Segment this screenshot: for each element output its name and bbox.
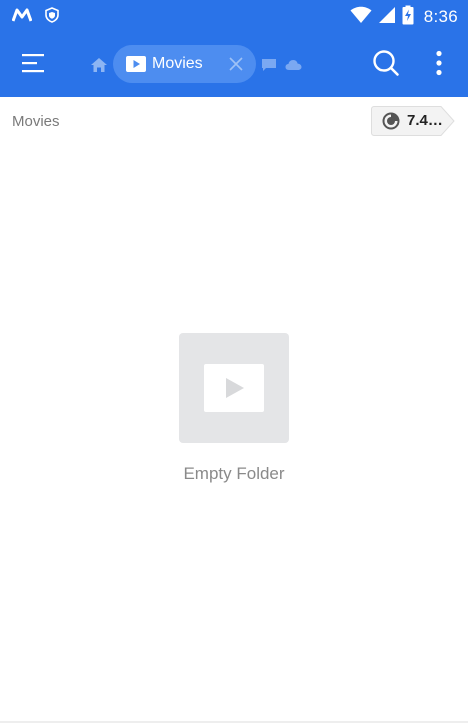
tab-movies-label: Movies [152,55,203,72]
path-header: Movies 7.4… [0,97,468,147]
more-vertical-icon [435,50,443,81]
video-play-icon [126,56,146,72]
menu-button[interactable] [14,47,54,83]
empty-folder-label: Empty Folder [183,464,285,483]
current-path-title: Movies [12,113,60,130]
search-button[interactable] [368,47,404,83]
close-icon[interactable] [228,56,244,72]
app-m-icon [11,8,33,27]
hamburger-menu-icon [20,52,48,79]
storage-usage-badge[interactable]: 7.4… [371,106,455,136]
search-icon [372,49,400,82]
status-bar: 8:36 [0,0,468,33]
toolbar: Movies [0,33,468,97]
tab-messages[interactable] [261,58,277,77]
status-left-icons [11,6,60,28]
status-time: 8:36 [423,7,458,26]
shield-icon [44,6,60,28]
battery-charging-icon [402,5,414,30]
pie-chart-icon [382,112,400,130]
home-button[interactable] [88,54,110,76]
home-icon [88,58,110,80]
video-frame [204,364,264,412]
message-icon [261,59,277,76]
file-browser-screen: 8:36 Movies Movies 7.4… Empty Folder [0,0,468,723]
storage-value: 7.4… [407,112,443,129]
cloud-icon [285,59,302,76]
cell-signal-icon [378,6,396,29]
status-right-icons: 8:36 [350,5,458,30]
play-icon [226,378,244,398]
more-options-button[interactable] [424,47,454,83]
tab-movies[interactable]: Movies [113,45,256,83]
wifi-icon [350,6,372,29]
video-placeholder-icon [179,333,289,443]
tab-cloud[interactable] [285,58,302,77]
